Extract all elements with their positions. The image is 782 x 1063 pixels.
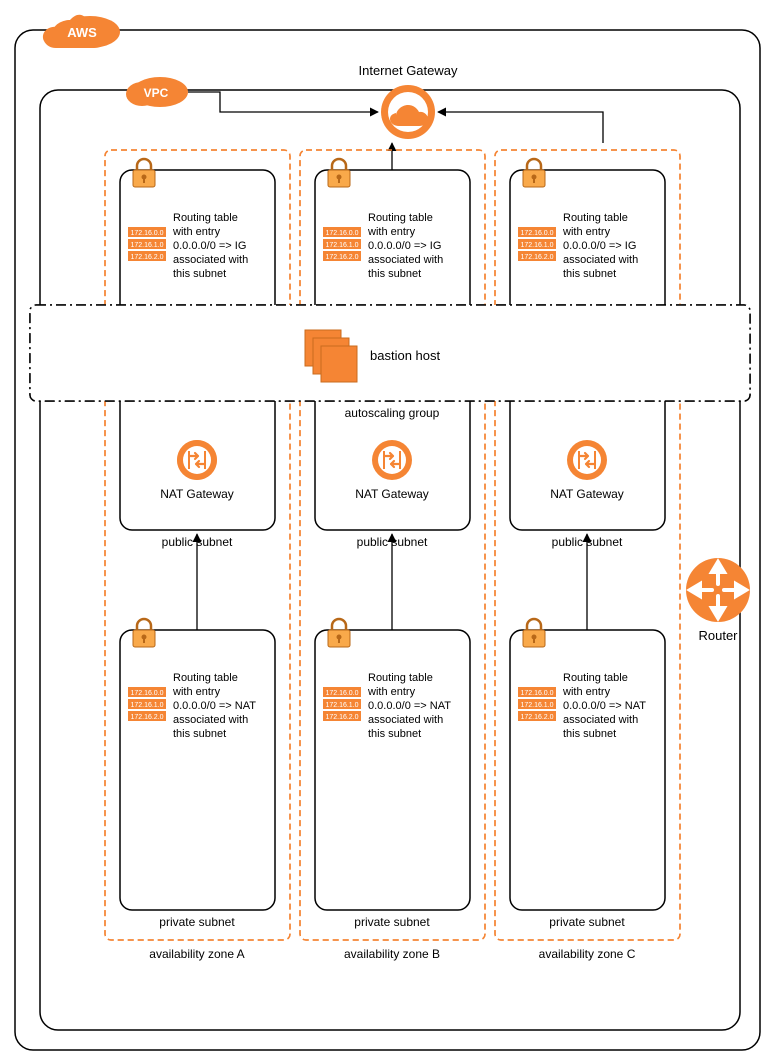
cidr-badge: 172.16.0.0	[325, 690, 358, 697]
cidr-badge: 172.16.1.0	[520, 242, 553, 249]
rt-text: this subnet	[173, 728, 226, 740]
rt-text: with entry	[562, 226, 611, 238]
bastion-host-icon-top	[305, 330, 357, 382]
rt-text: associated with	[563, 254, 638, 266]
router-icon	[686, 558, 750, 622]
routing-table-public-a: 172.16.0.0 172.16.1.0 172.16.2.0 Routing…	[128, 212, 248, 280]
rt-text: associated with	[563, 714, 638, 726]
routing-table-public-c: 172.16.0.0 172.16.1.0 172.16.2.0 Routing…	[518, 212, 638, 280]
rt-text: Routing table	[173, 212, 238, 224]
rt-text: this subnet	[563, 268, 616, 280]
private-subnet-label: private subnet	[159, 915, 235, 929]
vpc-label: VPC	[144, 86, 169, 100]
cidr-badge: 172.16.2.0	[520, 714, 553, 721]
rt-text: 0.0.0.0/0 => NAT	[173, 700, 256, 712]
rt-text: Routing table	[563, 212, 628, 224]
cidr-badge: 172.16.0.0	[325, 230, 358, 237]
rt-text: Routing table	[173, 672, 238, 684]
nat-gateway-icon	[372, 440, 412, 480]
private-subnet-c: 172.16.0.0 172.16.1.0 172.16.2.0 Routing…	[510, 619, 665, 929]
routing-table-private-c: 172.16.0.0 172.16.1.0 172.16.2.0 Routing…	[518, 672, 646, 740]
nat-gateway-icon	[567, 440, 607, 480]
rt-text: associated with	[368, 254, 443, 266]
routing-table-private-b: 172.16.0.0 172.16.1.0 172.16.2.0 Routing…	[323, 672, 451, 740]
rt-text: this subnet	[173, 268, 226, 280]
cidr-badge: 172.16.2.0	[130, 254, 163, 261]
rt-text: 0.0.0.0/0 => NAT	[563, 700, 646, 712]
aws-badge: AWS	[43, 15, 120, 48]
aws-label: AWS	[67, 25, 97, 40]
rt-text: Routing table	[368, 212, 433, 224]
lock-icon	[133, 619, 155, 647]
cidr-badge: 172.16.2.0	[520, 254, 553, 261]
cidr-badge: 172.16.1.0	[130, 702, 163, 709]
rt-text: 0.0.0.0/0 => NAT	[368, 700, 451, 712]
internet-gateway-label: Internet Gateway	[359, 63, 458, 78]
rt-text: 0.0.0.0/0 => IG	[173, 240, 246, 252]
private-subnet-label: private subnet	[354, 915, 430, 929]
cidr-badge: 172.16.2.0	[325, 714, 358, 721]
nat-gateway-label: NAT Gateway	[160, 487, 234, 501]
bastion-host-label-top: bastion host	[370, 348, 440, 363]
lock-icon	[523, 159, 545, 187]
lock-icon	[133, 159, 155, 187]
az-a-label: availability zone A	[149, 947, 244, 961]
cidr-badge: 172.16.1.0	[325, 242, 358, 249]
rt-text: Routing table	[563, 672, 628, 684]
diagram-canvas: AWS VPC Internet Gateway availability zo…	[0, 0, 782, 1060]
internet-gateway-icon	[381, 85, 435, 139]
cidr-badge: 172.16.2.0	[130, 714, 163, 721]
az-b-label: availability zone B	[344, 947, 440, 961]
routing-table-private-a: 172.16.0.0 172.16.1.0 172.16.2.0 Routing…	[128, 672, 256, 740]
rt-text: 0.0.0.0/0 => IG	[368, 240, 441, 252]
rt-text: associated with	[173, 254, 248, 266]
router-label: Router	[698, 628, 738, 643]
connector-vpc-ig	[188, 92, 378, 112]
rt-text: associated with	[173, 714, 248, 726]
nat-gateway-icon-overlay	[177, 440, 217, 480]
private-subnet-label: private subnet	[549, 915, 625, 929]
routing-table-public-b: 172.16.0.0 172.16.1.0 172.16.2.0 Routing…	[323, 212, 443, 280]
az-c-label: availability zone C	[539, 947, 636, 961]
rt-text: associated with	[368, 714, 443, 726]
connector-right-ig	[438, 112, 603, 143]
rt-text: with entry	[367, 226, 416, 238]
rt-text: Routing table	[368, 672, 433, 684]
cidr-badge: 172.16.1.0	[325, 702, 358, 709]
lock-icon	[328, 159, 350, 187]
rt-text: this subnet	[563, 728, 616, 740]
cidr-badge: 172.16.1.0	[130, 242, 163, 249]
nat-gateway-label: NAT Gateway	[355, 487, 429, 501]
rt-text: with entry	[562, 686, 611, 698]
cidr-badge: 172.16.0.0	[130, 690, 163, 697]
cidr-badge: 172.16.0.0	[520, 690, 553, 697]
private-subnet-b: 172.16.0.0 172.16.1.0 172.16.2.0 Routing…	[315, 619, 470, 929]
cidr-badge: 172.16.2.0	[325, 254, 358, 261]
autoscaling-group-label: autoscaling group	[345, 406, 440, 420]
nat-gateway-label: NAT Gateway	[550, 487, 624, 501]
rt-text: this subnet	[368, 728, 421, 740]
lock-icon	[328, 619, 350, 647]
vpc-badge: VPC	[126, 77, 188, 107]
cidr-badge: 172.16.1.0	[520, 702, 553, 709]
cidr-badge: 172.16.0.0	[520, 230, 553, 237]
rt-text: this subnet	[368, 268, 421, 280]
rt-text: 0.0.0.0/0 => IG	[563, 240, 636, 252]
cidr-badge: 172.16.0.0	[130, 230, 163, 237]
lock-icon	[523, 619, 545, 647]
rt-text: with entry	[367, 686, 416, 698]
private-subnet-a: 172.16.0.0 172.16.1.0 172.16.2.0 Routing…	[120, 619, 275, 929]
rt-text: with entry	[172, 686, 221, 698]
rt-text: with entry	[172, 226, 221, 238]
